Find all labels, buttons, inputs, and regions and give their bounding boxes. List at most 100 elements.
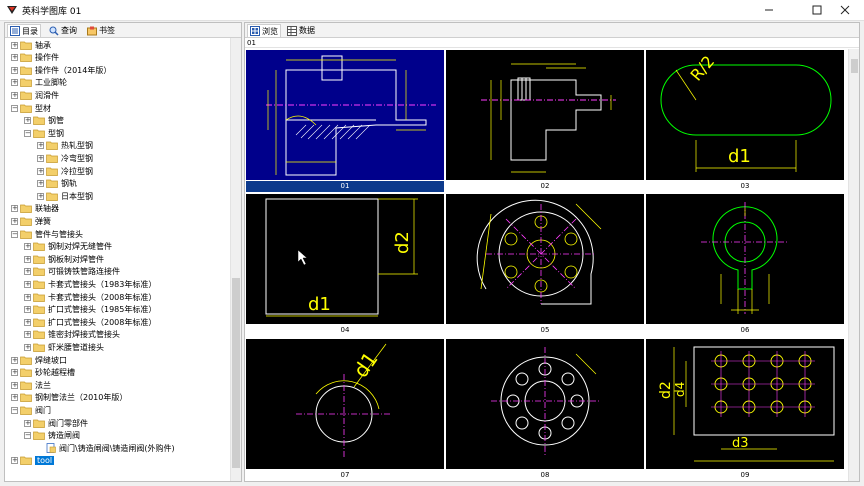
expand-icon[interactable]: +	[11, 66, 18, 74]
folder-icon	[20, 381, 32, 390]
tree-node[interactable]: − 型材	[11, 102, 51, 114]
drawing-thumbnail[interactable]	[446, 194, 644, 324]
part-drawing-07: d1	[296, 343, 392, 457]
expand-icon[interactable]: +	[24, 318, 31, 326]
tab-bookmark-label: 书签	[99, 26, 115, 35]
tree-node[interactable]: + 工业脚轮	[11, 77, 67, 89]
collapse-icon[interactable]: −	[24, 432, 31, 440]
tree-node[interactable]: + 阀门零部件	[24, 417, 88, 429]
expand-icon[interactable]: +	[24, 280, 31, 288]
tree-node[interactable]: − 型钢	[24, 127, 64, 139]
tree-node[interactable]: + 日本型钢	[37, 190, 93, 202]
drawing-thumbnail[interactable]	[646, 194, 844, 324]
tree-node[interactable]: + 钢板制对焊管件	[24, 253, 104, 265]
tree-node[interactable]: + 锥密封焊接式管接头	[24, 329, 120, 341]
expand-icon[interactable]: +	[24, 268, 31, 276]
dimension-label: d2	[658, 381, 674, 399]
drawing-thumbnail[interactable]: d1	[246, 339, 444, 469]
expand-icon[interactable]: +	[11, 217, 18, 225]
expand-icon[interactable]: +	[11, 369, 18, 377]
expand-icon[interactable]: +	[24, 117, 31, 125]
expand-icon[interactable]: +	[37, 180, 44, 188]
expand-icon[interactable]: +	[11, 91, 18, 99]
close-button[interactable]	[826, 0, 864, 20]
tree-node[interactable]: + 卡套式管接头（2008年标准）	[24, 291, 156, 303]
expand-icon[interactable]: +	[24, 306, 31, 314]
expand-icon[interactable]: +	[37, 154, 44, 162]
tree-node[interactable]: + 润滑件	[11, 89, 59, 101]
tree-node[interactable]: + 轴承	[11, 39, 51, 51]
tree-node[interactable]: + 冷弯型钢	[37, 152, 93, 164]
tree-node[interactable]: + 法兰	[11, 379, 51, 391]
tree-node[interactable]: + 卡套式管接头（1983年标准）	[24, 278, 156, 290]
catalog-icon	[10, 26, 20, 36]
expand-icon[interactable]: +	[11, 54, 18, 62]
minimize-button[interactable]	[750, 0, 788, 20]
drawing-thumbnail[interactable]	[246, 50, 444, 180]
expand-icon[interactable]: +	[11, 381, 18, 389]
expand-icon[interactable]: +	[11, 41, 18, 49]
tree-node[interactable]: + tool	[11, 455, 55, 467]
collapse-icon[interactable]: −	[11, 230, 18, 238]
tree-node[interactable]: + 弹簧	[11, 215, 51, 227]
bookmark-icon	[87, 26, 97, 35]
tree-node[interactable]: + 砂轮越程槽	[11, 367, 75, 379]
tree-node-label: 卡套式管接头（1983年标准）	[48, 279, 157, 289]
tree-node[interactable]: + 虾米腰管道接头	[24, 341, 104, 353]
tree-node[interactable]: + 钢制管法兰（2010年版）	[11, 392, 127, 404]
drawing-thumbnail[interactable]: d1 R/2	[646, 50, 844, 180]
expand-icon[interactable]: +	[11, 205, 18, 213]
expand-icon[interactable]: +	[37, 167, 44, 175]
tree-node[interactable]: − 管件与管接头	[11, 228, 83, 240]
drawing-thumbnail[interactable]	[446, 50, 644, 180]
collapse-icon[interactable]: −	[24, 129, 31, 137]
current-path: 01	[245, 38, 859, 48]
tree-node[interactable]: + 扩口式管接头（1985年标准）	[24, 304, 156, 316]
thumbnail-caption: 01	[246, 181, 444, 192]
tree-node[interactable]: + 操作件	[11, 52, 59, 64]
expand-icon[interactable]: +	[11, 457, 18, 465]
expand-icon[interactable]: +	[11, 79, 18, 87]
tree-node[interactable]: + 钢轨	[37, 178, 77, 190]
collapse-icon[interactable]: −	[11, 406, 18, 414]
expand-icon[interactable]: +	[24, 293, 31, 301]
drawing-thumbnail[interactable]: d1 d2	[246, 194, 444, 324]
collapse-icon[interactable]: −	[11, 104, 18, 112]
tree-node[interactable]: + 钢管	[24, 115, 64, 127]
expand-icon[interactable]: +	[24, 255, 31, 263]
expand-icon[interactable]: +	[24, 343, 31, 351]
drawing-thumbnail[interactable]	[446, 339, 644, 469]
catalog-scrollbar[interactable]	[230, 38, 241, 481]
expand-icon[interactable]: +	[24, 419, 31, 427]
tree-node[interactable]: + 可锻铸铁管路连接件	[24, 266, 120, 278]
expand-icon[interactable]: +	[37, 192, 44, 200]
expand-icon[interactable]: +	[11, 394, 18, 402]
tree-node[interactable]: 阀门\铸造闸阀\铸造闸阀(外购件)	[37, 442, 175, 454]
tree-node-label: 焊缝坡口	[35, 355, 67, 365]
tree-node[interactable]: + 钢制对焊无缝管件	[24, 241, 112, 253]
expand-icon[interactable]: +	[24, 331, 31, 339]
catalog-tree[interactable]: + 轴承 + 操作件 + 操作件（2014年版） + 工业脚轮 + 润滑件 − 型材 + 钢管 − 型钢 + 热轧…	[5, 38, 230, 481]
tab-data[interactable]: 数据	[285, 24, 317, 37]
tab-query[interactable]: 查询	[47, 24, 79, 37]
tab-catalog[interactable]: 目录	[7, 24, 41, 37]
drawing-thumbnail[interactable]: d2 d4 d3	[646, 339, 844, 469]
catalog-scrollbar-thumb[interactable]	[232, 278, 240, 468]
tree-node[interactable]: + 联轴器	[11, 203, 59, 215]
tree-node[interactable]: + 热轧型钢	[37, 140, 93, 152]
tab-bookmark[interactable]: 书签	[85, 24, 117, 37]
expand-icon[interactable]: +	[37, 142, 44, 150]
tree-node[interactable]: − 阀门	[11, 404, 51, 416]
expand-icon[interactable]: +	[24, 243, 31, 251]
expand-icon[interactable]: +	[11, 356, 18, 364]
tab-browse[interactable]: 浏览	[247, 24, 281, 37]
tree-node[interactable]: + 操作件（2014年版）	[11, 64, 111, 76]
preview-scrollbar[interactable]	[848, 49, 859, 481]
tree-node[interactable]: + 冷拉型钢	[37, 165, 93, 177]
preview-scrollbar-thumb[interactable]	[851, 59, 858, 73]
tree-node[interactable]: + 扩口式管接头（2008年标准）	[24, 316, 156, 328]
tree-node[interactable]: − 铸造闸阀	[24, 430, 80, 442]
close-icon	[840, 5, 850, 15]
folder-icon	[20, 91, 32, 100]
tree-node[interactable]: + 焊缝坡口	[11, 354, 67, 366]
